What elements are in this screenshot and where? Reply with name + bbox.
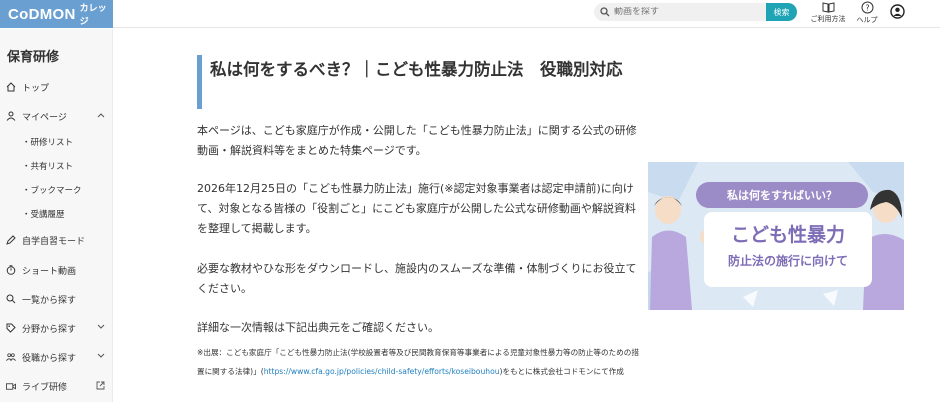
- title-accent-bar: [197, 55, 202, 109]
- logo-subtext: カレッジ: [79, 4, 107, 27]
- person-icon: [6, 111, 16, 121]
- logo[interactable]: CoDMON カレッジ: [0, 0, 113, 28]
- sidebar-item-label: 一覧から探す: [22, 295, 77, 306]
- sidebar-item-label: 役職から探す: [22, 353, 77, 364]
- sidebar-sub-history[interactable]: ・受講履歴: [22, 205, 65, 223]
- search-icon: [6, 294, 16, 304]
- pencil-icon: [6, 235, 16, 245]
- banner-title-card: こども性暴力 防止法の施行に向けて: [704, 212, 872, 287]
- sidebar-sub-training-list[interactable]: ・研修リスト: [22, 133, 73, 151]
- home-icon: [6, 82, 16, 92]
- sidebar-item-label: トップ: [22, 83, 50, 94]
- sidebar-item-label: 分野から探す: [22, 324, 77, 335]
- search-field[interactable]: [594, 3, 766, 21]
- user-icon: [889, 4, 905, 19]
- sidebar-item-mypage[interactable]: マイページ: [0, 106, 113, 126]
- book-icon: [822, 2, 834, 13]
- feature-banner-image: 私は何をすればいい？ こども性暴力 防止法の施行に向けて: [648, 162, 904, 310]
- sidebar-item-live[interactable]: ライブ研修: [0, 376, 113, 396]
- svg-text:?: ?: [865, 3, 869, 12]
- timer-icon: [6, 265, 16, 275]
- source-paragraph: 詳細な一次情報は下記出典元をご確認ください。: [197, 321, 439, 334]
- search-icon: [600, 7, 610, 17]
- sidebar-item-list-search[interactable]: 一覧から探す: [0, 289, 113, 309]
- chevron-down-icon: [97, 353, 105, 358]
- search-input[interactable]: [614, 7, 754, 17]
- source-link[interactable]: https://www.cfa.go.jp/policies/child-saf…: [264, 367, 500, 376]
- banner-title-line2: 防止法の施行に向けて: [727, 254, 848, 268]
- sidebar-item-top[interactable]: トップ: [0, 77, 113, 97]
- tag-icon: [6, 323, 16, 333]
- page-title: 私は何をするべき？｜こども性暴力防止法 役職別対応: [210, 60, 623, 79]
- schedule-paragraph: 2026年12月25日の「こども性暴力防止法」施行(※認定対象事業者は認定申請前…: [197, 182, 636, 235]
- sidebar-title: 保育研修: [7, 50, 60, 65]
- help-label: ヘルプ: [856, 16, 878, 24]
- chevron-up-icon: [97, 113, 105, 118]
- chevron-down-icon: [97, 324, 105, 329]
- logo-text: CoDMON: [8, 5, 76, 23]
- sidebar-item-field-search[interactable]: 分野から探す: [0, 318, 113, 338]
- sidebar-item-label: ライブ研修: [22, 382, 68, 393]
- search-button[interactable]: 検索: [766, 3, 797, 21]
- sidebar-item-self-study[interactable]: 自学自習モード: [0, 230, 113, 250]
- sidebar-sub-shared-list[interactable]: ・共有リスト: [22, 157, 73, 175]
- banner-title-line1: こども性暴力: [730, 224, 845, 246]
- video-camera-icon: [6, 381, 16, 391]
- external-link-icon: [96, 381, 105, 390]
- sidebar-item-label: 自学自習モード: [22, 236, 86, 247]
- sidebar-item-label: ショート動画: [22, 266, 77, 277]
- sidebar-item-label: マイページ: [22, 112, 67, 123]
- sidebar-item-role-search[interactable]: 役職から探す: [0, 347, 113, 367]
- usage-label: ご利用方法: [810, 15, 846, 23]
- source-note: ※出展：こども家庭庁「こども性暴力防止法(学校設置者等及び民間教育保育等事業者に…: [197, 343, 642, 381]
- help-icon: ?: [861, 1, 873, 14]
- intro-paragraph: 本ページは、こども家庭庁が作成・公開した「こども性暴力防止法」に関する公式の研修…: [197, 124, 637, 157]
- group-icon: [6, 352, 16, 362]
- top-header: CoDMON カレッジ 検索 ご利用方法 ? ヘルプ: [0, 0, 940, 28]
- download-paragraph: 必要な教材やひな形をダウンロードし、施設内のスムーズな準備・体制づくりにお役立て…: [197, 262, 637, 295]
- help-link[interactable]: ? ヘルプ: [856, 1, 878, 27]
- user-menu[interactable]: [889, 4, 905, 30]
- source-note-suffix: )をもとに株式会社コドモンにて作成: [499, 367, 624, 376]
- banner-speech-bubble: 私は何をすればいい？: [696, 182, 868, 208]
- sidebar-sub-bookmark[interactable]: ・ブックマーク: [22, 181, 82, 199]
- sidebar: 保育研修 トップ マイページ ・研修リスト ・共有リスト ・ブックマーク ・受講…: [0, 29, 113, 402]
- usage-link[interactable]: ご利用方法: [810, 1, 846, 27]
- sidebar-item-short-video[interactable]: ショート動画: [0, 260, 113, 280]
